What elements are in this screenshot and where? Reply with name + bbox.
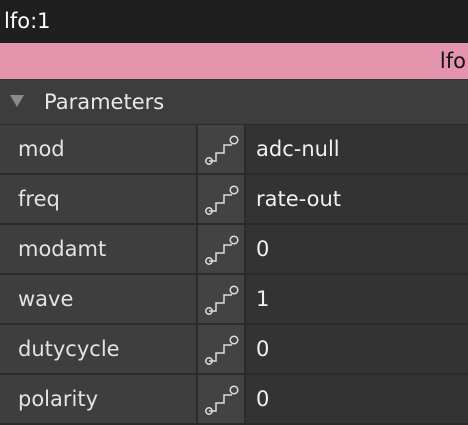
- patch-connector-icon[interactable]: [198, 125, 244, 173]
- parameter-name: modamt: [0, 225, 196, 273]
- parameters-section-header[interactable]: Parameters: [0, 79, 468, 124]
- parameter-name: dutycycle: [0, 325, 196, 373]
- parameter-row-dutycycle: dutycycle 0: [0, 325, 468, 375]
- window-title: lfo:1: [0, 0, 468, 43]
- object-accent-bar: lfo: [0, 43, 468, 79]
- patch-connector-icon[interactable]: [198, 275, 244, 323]
- parameter-row-modamt: modamt 0: [0, 225, 468, 275]
- patch-connector-icon[interactable]: [198, 175, 244, 223]
- parameter-value[interactable]: 1: [246, 275, 468, 323]
- object-accent-label: lfo: [439, 49, 466, 73]
- patch-connector-icon[interactable]: [198, 325, 244, 373]
- parameter-name: mod: [0, 125, 196, 173]
- parameter-value[interactable]: adc-null: [246, 125, 468, 173]
- parameter-name: wave: [0, 275, 196, 323]
- section-title: Parameters: [44, 90, 165, 114]
- parameter-row-mod: mod adc-null: [0, 125, 468, 175]
- parameter-value[interactable]: 0: [246, 325, 468, 373]
- parameter-row-wave: wave 1: [0, 275, 468, 325]
- patch-connector-icon[interactable]: [198, 225, 244, 273]
- parameter-row-polarity: polarity 0: [0, 375, 468, 425]
- parameter-value[interactable]: 0: [246, 225, 468, 273]
- triangle-down-icon[interactable]: [9, 94, 25, 108]
- parameter-row-freq: freq rate-out: [0, 175, 468, 225]
- parameter-name: polarity: [0, 375, 196, 423]
- parameter-value[interactable]: rate-out: [246, 175, 468, 223]
- patch-connector-icon[interactable]: [198, 375, 244, 423]
- parameter-list: mod adc-null freq rate-out modamt 0 wave…: [0, 125, 468, 425]
- parameter-value[interactable]: 0: [246, 375, 468, 423]
- parameter-name: freq: [0, 175, 196, 223]
